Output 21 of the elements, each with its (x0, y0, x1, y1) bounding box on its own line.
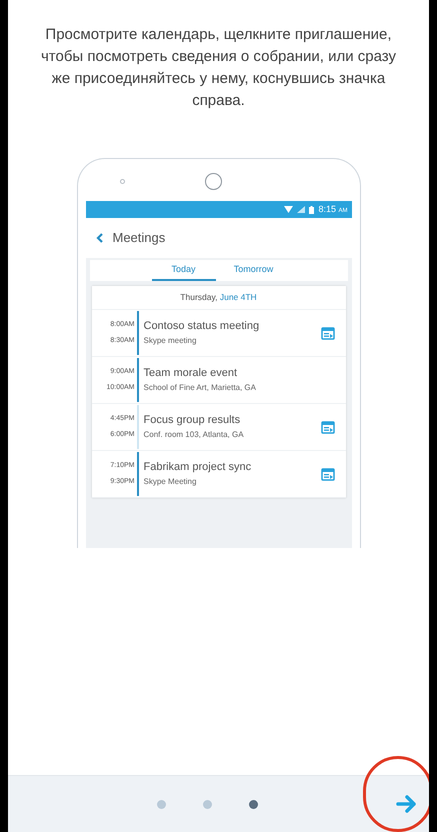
battery-icon (309, 206, 314, 214)
date-heading: Thursday, June 4TH (180, 291, 257, 304)
calendar-icon[interactable] (320, 326, 334, 340)
signal-icon (297, 206, 306, 213)
screen-title: Meetings (112, 229, 166, 248)
instruction-text: Просмотрите календарь, щелкните приглашение, чтобы посмотреть сведения о собрании, или сразу же присоединяйтесь у нему, коснувшись значка справа. (40, 25, 398, 111)
day-tab[interactable]: Today (152, 260, 216, 281)
meeting-title: Focus group results (144, 414, 242, 427)
day-tab[interactable]: Tomorrow (222, 260, 286, 281)
meeting-location: Skype meeting (144, 336, 198, 346)
meeting-location: School of Fine Art, Marietta, GA (144, 383, 257, 393)
calendar-icon[interactable] (320, 467, 334, 481)
meeting-location: Skype Meeting (144, 477, 198, 487)
back-icon[interactable] (96, 233, 102, 243)
meeting-title: Contoso status meeting (144, 320, 260, 333)
meeting-title: Fabrikam project sync (144, 461, 252, 474)
meeting-location: Conf. room 103, Atlanta, GA (144, 430, 245, 440)
calendar-icon[interactable] (320, 420, 334, 434)
meeting-title: Team morale event (144, 367, 238, 380)
wifi-icon (284, 206, 294, 213)
arrow-right-icon (396, 795, 418, 813)
